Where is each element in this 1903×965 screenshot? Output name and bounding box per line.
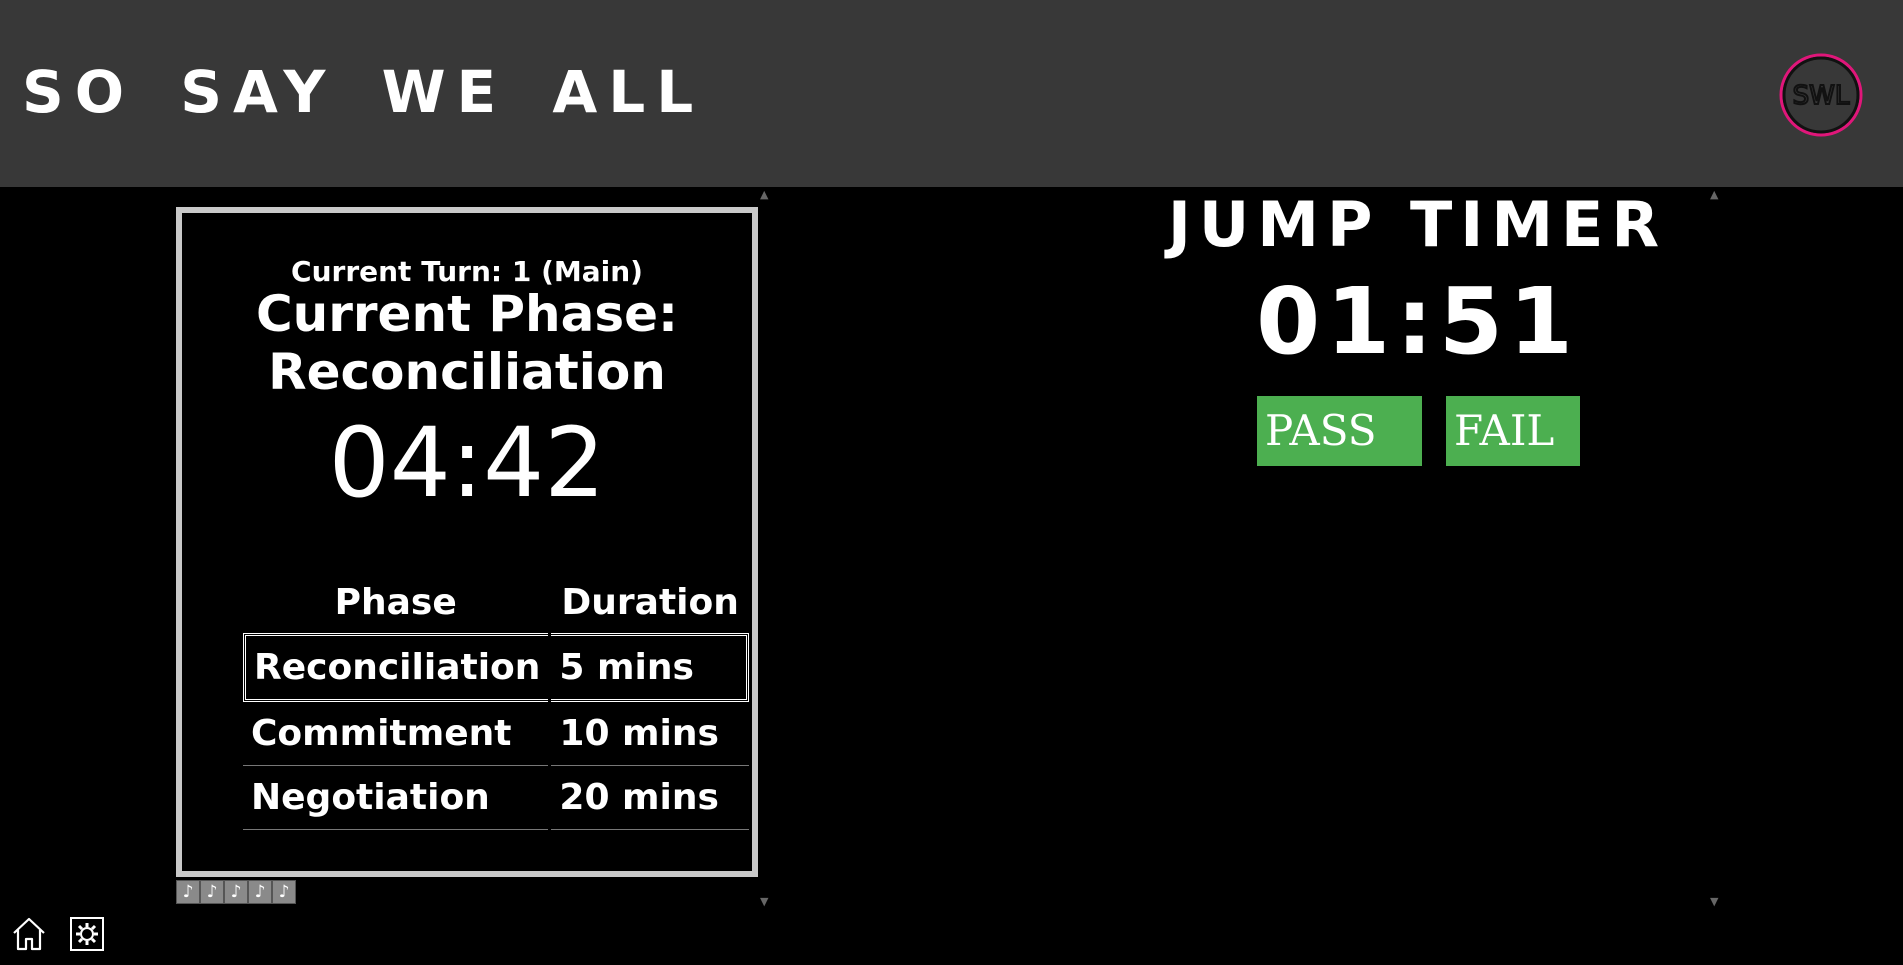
table-row: Commitment 10 mins: [243, 702, 749, 766]
app-header: SO SAY WE ALL SWL: [0, 0, 1903, 187]
phase-cell: Reconciliation: [243, 633, 549, 702]
jump-timer-title: JUMP TIMER: [1167, 188, 1668, 261]
phase-timer: 04:42: [328, 407, 606, 519]
current-phase: Current Phase: Reconciliation: [255, 285, 679, 401]
phase-cell: Commitment: [243, 702, 549, 766]
scrollbar[interactable]: ▲ ▼: [760, 188, 774, 908]
music-note-icon[interactable]: ♪: [272, 880, 296, 904]
pass-button[interactable]: PASS: [1257, 396, 1422, 466]
column-header-duration: Duration: [561, 581, 739, 623]
table-row: Reconciliation 5 mins: [243, 633, 749, 702]
scroll-down-icon[interactable]: ▼: [760, 895, 768, 908]
current-turn: Current Turn: 1 (Main): [291, 255, 643, 288]
table-row: Negotiation 20 mins: [243, 766, 749, 830]
column-header-phase: Phase: [334, 581, 457, 623]
scroll-up-icon[interactable]: ▲: [760, 188, 768, 201]
jump-timer: 01:51: [1256, 268, 1579, 375]
fail-button[interactable]: FAIL: [1446, 396, 1580, 466]
music-note-icon[interactable]: ♪: [200, 880, 224, 904]
music-toolbar: ♪ ♪ ♪ ♪ ♪: [176, 880, 296, 904]
music-note-icon[interactable]: ♪: [248, 880, 272, 904]
logo-icon: SWL: [1779, 53, 1863, 137]
app-title: SO SAY WE ALL: [22, 58, 705, 126]
duration-cell: 10 mins: [551, 702, 749, 766]
duration-cell: 5 mins: [551, 633, 749, 702]
phase-table: Phase Duration Reconciliation 5 mins Com…: [240, 571, 752, 830]
duration-cell: 20 mins: [551, 766, 749, 830]
scroll-down-icon[interactable]: ▼: [1710, 895, 1718, 908]
gear-icon[interactable]: [68, 915, 106, 953]
music-note-icon[interactable]: ♪: [176, 880, 200, 904]
home-icon[interactable]: [10, 915, 48, 953]
logo-text: SWL: [1793, 81, 1850, 111]
phase-cell: Negotiation: [243, 766, 549, 830]
music-note-icon[interactable]: ♪: [224, 880, 248, 904]
phase-panel: Current Turn: 1 (Main) Current Phase: Re…: [176, 207, 758, 877]
